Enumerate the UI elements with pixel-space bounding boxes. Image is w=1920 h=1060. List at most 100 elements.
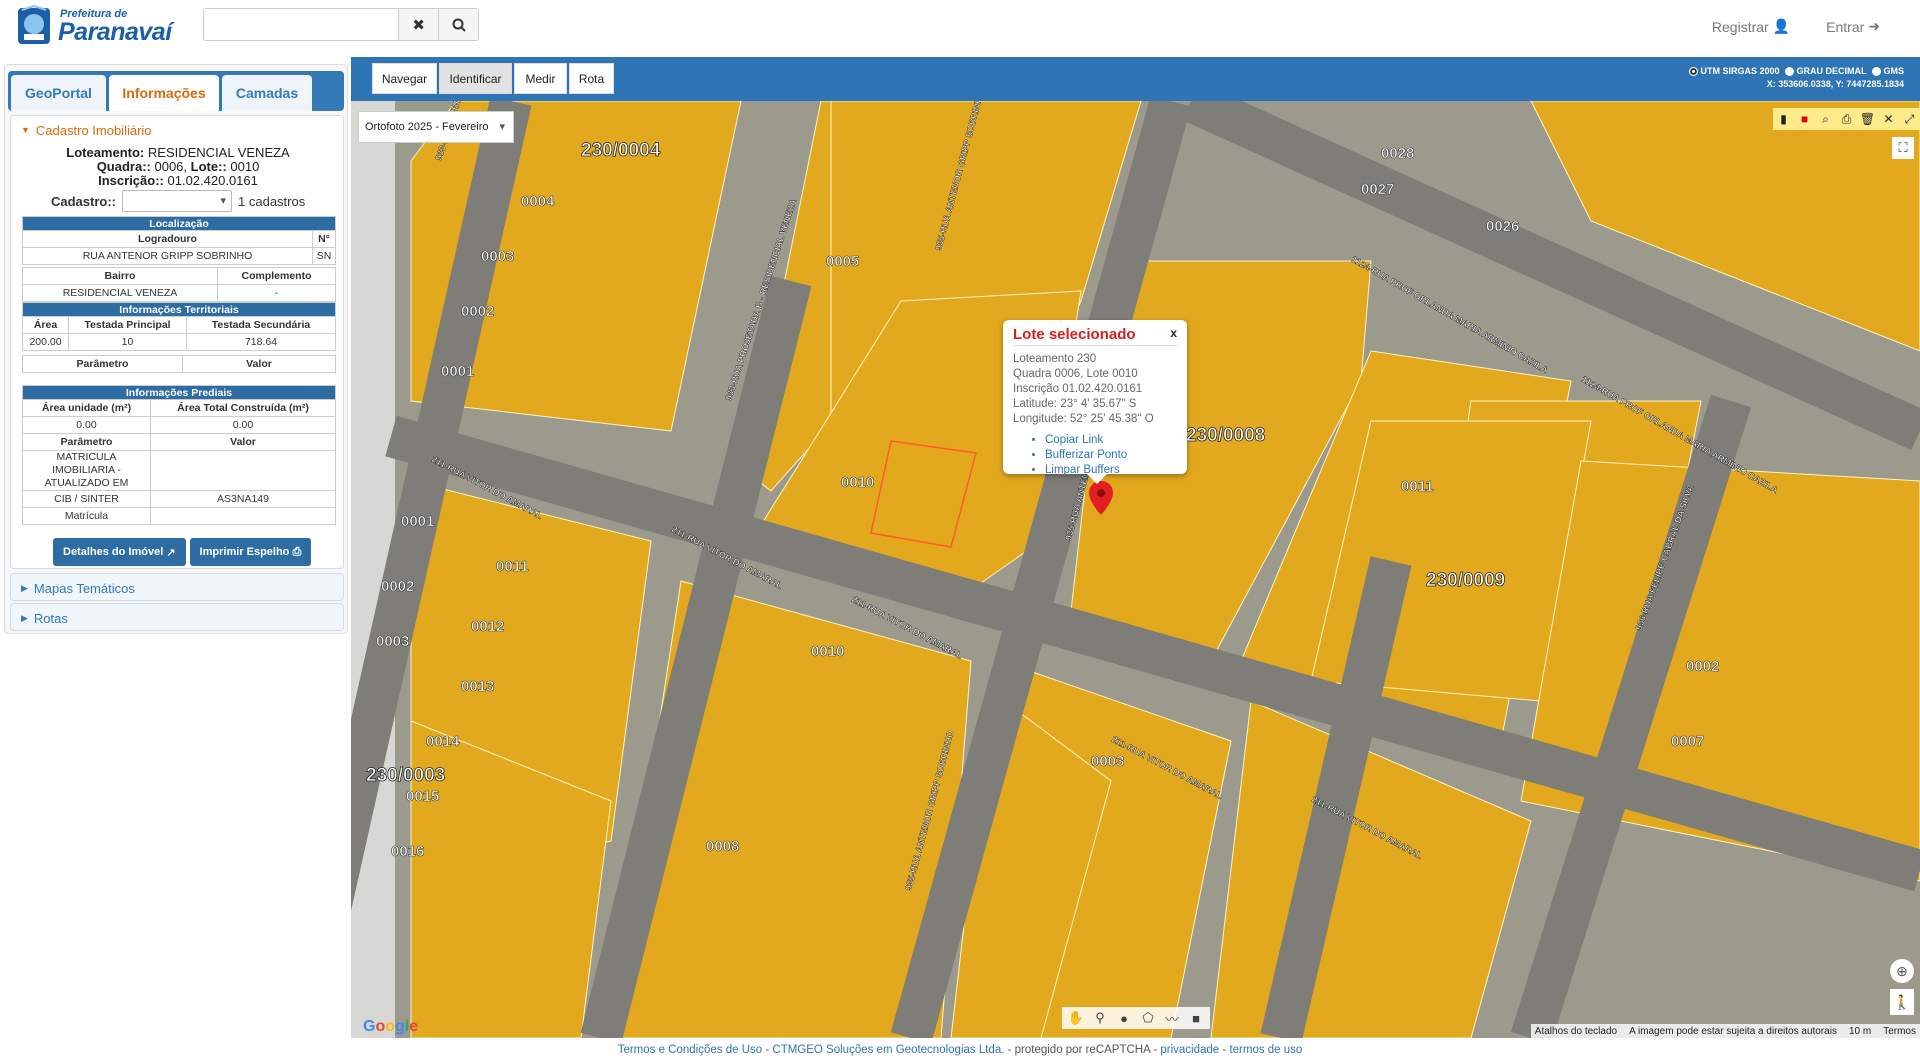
prefeitura-logo[interactable]: Prefeitura de Paranavaí	[14, 4, 174, 48]
expand-icon[interactable]: ⤢	[1899, 108, 1920, 130]
cib-value: AS3NA149	[150, 490, 336, 508]
map-marker-icon[interactable]	[1089, 481, 1113, 515]
base-layer-select[interactable]: Ortofoto 2025 - Fevereiro	[358, 111, 514, 143]
external-link-icon: ↗	[166, 546, 176, 559]
aerial-map-imagery[interactable]: 211-RUA VITOR DO AMARAL211-RUA VITOR DO …	[351, 101, 1920, 1038]
rectangle-icon[interactable]: ■	[1185, 1007, 1207, 1029]
detalhes-imovel-button[interactable]: Detalhes do Imóvel ↗	[53, 538, 186, 566]
caret-right-icon: ▶	[21, 582, 28, 593]
terms-link[interactable]: Termos	[1883, 1026, 1916, 1037]
map-container: Navegar Identificar Medir Rota UTM SIRGA…	[351, 57, 1920, 1038]
lot-number-label: 0008	[706, 838, 739, 855]
tab-camadas[interactable]: Camadas	[222, 75, 312, 111]
accordion-rotas[interactable]: ▶ Rotas	[10, 603, 344, 631]
tab-geoportal[interactable]: GeoPortal	[11, 75, 106, 111]
register-label: Registrar	[1711, 18, 1769, 35]
scale-bar: 10 m	[1848, 1025, 1872, 1037]
hand-icon[interactable]: ✋	[1065, 1007, 1087, 1029]
lot-number-label: 0005	[826, 253, 859, 270]
search-bar: ✖	[203, 8, 479, 41]
caret-down-icon: ▼	[21, 125, 30, 135]
mode-rota-button[interactable]: Rota	[569, 63, 614, 94]
user-icon: 👤	[1772, 18, 1791, 34]
cib-label: CIB / SINTER	[22, 490, 151, 508]
coord-option-grau-label: GRAU DECIMAL	[1796, 66, 1867, 76]
quadra-value: 0006,	[154, 159, 188, 174]
close-icon: ✖	[412, 16, 425, 34]
col-bairro: Bairro	[22, 267, 218, 285]
coord-option-grau[interactable]: GRAU DECIMAL	[1785, 65, 1866, 78]
accordion-rotas-header[interactable]: ▶ Rotas	[11, 604, 343, 632]
terms-conditions-link[interactable]: Termos e Condições de Uso	[618, 1044, 762, 1056]
terms-of-use-link[interactable]: termos de uso	[1229, 1044, 1302, 1056]
caret-right-icon: ▶	[21, 612, 28, 623]
footer-separator: -	[1219, 1044, 1230, 1056]
marker-icon[interactable]: ⚲	[1089, 1007, 1111, 1029]
accordion-rotas-title: Rotas	[33, 610, 68, 626]
popup-line-loteamento: Loteamento 230	[1013, 353, 1097, 365]
search-button[interactable]	[438, 9, 478, 40]
limpar-buffers-link[interactable]: Limpar Buffers	[1045, 463, 1177, 478]
zoom-icon[interactable]: ⌕	[1815, 108, 1836, 130]
lot-number-label: 0002	[381, 578, 414, 595]
polyline-icon[interactable]: 〰	[1161, 1007, 1183, 1029]
privacy-link[interactable]: privacidade	[1160, 1044, 1219, 1056]
matricula-label: Matrícula	[22, 507, 151, 525]
coordinate-system-selector: UTM SIRGAS 2000 GRAU DECIMAL GMS X: 3536…	[1689, 65, 1904, 91]
street-view-pegman[interactable]: 🚶	[1890, 989, 1914, 1015]
accordion-mapas-header[interactable]: ▶ Mapas Temáticos	[11, 574, 343, 602]
top-header: Prefeitura de Paranavaí ✖ Registrar 👤 Ent…	[0, 0, 1920, 52]
col-area-total: Área Total Construída (m²)	[150, 399, 336, 417]
loteamento-label: Loteamento:	[66, 145, 145, 160]
keyboard-shortcuts-link[interactable]: Atalhos do teclado	[1535, 1026, 1617, 1037]
ctmgeo-link[interactable]: CTMGEO Soluções em Geotecnologias Ltda.	[772, 1044, 1004, 1056]
bairro-table: Bairro Complemento RESIDENCIAL VENEZA -	[22, 267, 336, 302]
login-link[interactable]: Entrar ➜	[1826, 18, 1880, 35]
col-valor-prediais: Valor	[150, 433, 336, 451]
popup-close-button[interactable]: x	[1170, 326, 1177, 340]
register-link[interactable]: Registrar 👤	[1712, 18, 1790, 35]
map-view[interactable]: 211-RUA VITOR DO AMARAL 211-RUA VITOR DO …	[351, 101, 1920, 1038]
lot-number-label: 0010	[811, 643, 844, 660]
cadastro-select[interactable]	[122, 190, 233, 212]
numero-value: SN	[312, 247, 336, 265]
polygon-icon[interactable]: ⬠	[1137, 1007, 1159, 1029]
side-tabs: GeoPortal Informações Camadas	[8, 71, 344, 111]
fullscreen-button[interactable]: ⛶	[1892, 137, 1914, 159]
lot-number-label: 0026	[1486, 218, 1519, 235]
circle-icon[interactable]: ●	[1113, 1007, 1135, 1029]
popup-line-inscricao: Inscrição 01.02.420.0161	[1013, 383, 1143, 395]
col-testada-principal: Testada Principal	[68, 316, 187, 334]
coord-option-utm[interactable]: UTM SIRGAS 2000	[1689, 65, 1779, 78]
coord-option-gms[interactable]: GMS	[1872, 65, 1904, 78]
accordion-cadastro-header[interactable]: ▼ Cadastro Imobiliário	[11, 116, 343, 144]
search-input[interactable]	[204, 9, 399, 40]
copiar-link[interactable]: Copiar Link	[1045, 433, 1177, 448]
lot-number-label: 0027	[1361, 181, 1394, 198]
map-rotate-button[interactable]: ⊕	[1890, 959, 1914, 983]
mode-medir-button[interactable]: Medir	[514, 63, 567, 94]
lot-number-label: 0014	[426, 733, 460, 750]
bufferizar-ponto-link[interactable]: Bufferizar Ponto	[1045, 448, 1177, 463]
copyright-notice: A imagem pode estar sujeita a direitos a…	[1629, 1025, 1837, 1037]
tab-informacoes[interactable]: Informações	[109, 75, 219, 111]
lot-number-label: 0007	[1671, 733, 1704, 750]
col-complemento: Complemento	[217, 267, 336, 285]
color-icon[interactable]: ■	[1794, 108, 1815, 130]
clear-search-button[interactable]: ✖	[398, 9, 439, 40]
mode-navegar-button[interactable]: Navegar	[372, 63, 437, 94]
lot-number-label: 0003	[481, 248, 514, 265]
localizacao-title: Localização	[22, 216, 336, 231]
lote-label: Lote::	[190, 159, 227, 174]
trash-icon[interactable]: 🗑	[1857, 108, 1878, 130]
action-buttons: Detalhes do Imóvel ↗ Imprimir Espelho ⎙	[53, 538, 312, 566]
accordion-mapas-tematicos[interactable]: ▶ Mapas Temáticos	[10, 573, 344, 601]
drawing-tools: ✋ ⚲ ● ⬠ 〰 ■	[1062, 1007, 1210, 1029]
mode-identificar-button[interactable]: Identificar	[439, 63, 512, 94]
print-icon[interactable]: ⎙	[1836, 108, 1857, 130]
imprimir-espelho-button[interactable]: Imprimir Espelho ⎙	[189, 538, 312, 566]
chart-icon[interactable]: ▮	[1773, 108, 1794, 130]
city-emblem-icon	[18, 4, 50, 44]
popup-line-latitude: Latitude: 23° 4' 35.67" S	[1013, 398, 1137, 410]
close-icon[interactable]: ✕	[1878, 108, 1899, 130]
